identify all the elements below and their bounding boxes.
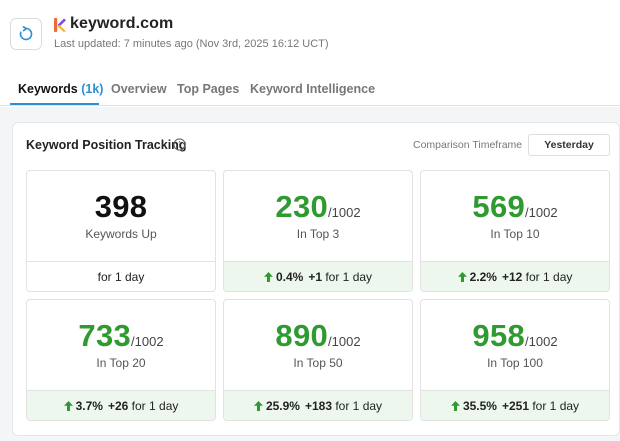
arrow-up-icon bbox=[253, 400, 263, 411]
card-value: 733/1002 bbox=[27, 318, 215, 354]
card-number: 733 bbox=[78, 318, 132, 353]
card-label: In Top 100 bbox=[487, 356, 543, 370]
card-change-delta: +12 bbox=[501, 269, 523, 284]
card-denominator: /1002 bbox=[131, 334, 164, 349]
card-period: for 1 day bbox=[131, 398, 179, 413]
card-period: for 1 day bbox=[325, 269, 373, 284]
tab-overview[interactable]: Overview bbox=[111, 82, 167, 96]
card-change-delta: +183 bbox=[304, 398, 332, 413]
tab-keywords-label: Keywords bbox=[18, 82, 78, 96]
card-denominator: /1002 bbox=[328, 334, 361, 349]
refresh-icon bbox=[19, 26, 33, 41]
card-denominator: /1002 bbox=[328, 205, 361, 220]
card-value: 958/1002 bbox=[421, 318, 609, 354]
card-footer: 35.5% +251 for 1 day bbox=[421, 390, 609, 420]
card-number: 230 bbox=[275, 189, 329, 224]
info-icon[interactable] bbox=[173, 138, 186, 151]
arrow-up-icon bbox=[457, 271, 467, 282]
arrow-up-icon bbox=[63, 400, 73, 411]
card-label: In Top 20 bbox=[96, 356, 146, 370]
card-main: 958/1002 In Top 100 bbox=[421, 300, 609, 391]
tab-keywords-count: (1k) bbox=[81, 82, 104, 96]
comparison-timeframe-value: Yesterday bbox=[544, 139, 594, 151]
card-footer: 3.7% +26 for 1 day bbox=[27, 390, 215, 420]
card-main: 733/1002 In Top 20 bbox=[27, 300, 215, 391]
card-period: for 1 day bbox=[97, 269, 145, 284]
metric-card-top-10: 569/1002 In Top 10 2.2% +12 for 1 day bbox=[420, 170, 610, 292]
card-period: for 1 day bbox=[335, 398, 383, 413]
refresh-button[interactable] bbox=[10, 18, 42, 50]
card-change-delta: +251 bbox=[501, 398, 529, 413]
card-main: 890/1002 In Top 50 bbox=[224, 300, 412, 391]
card-number: 958 bbox=[472, 318, 526, 353]
card-change-delta: +1 bbox=[308, 269, 322, 284]
card-change-percent: 25.9% bbox=[265, 398, 300, 413]
keyword-position-tracking-panel: Keyword Position Tracking Comparison Tim… bbox=[12, 122, 620, 436]
card-number: 569 bbox=[472, 189, 526, 224]
card-footer: 0.4% +1 for 1 day bbox=[224, 261, 412, 291]
site-name[interactable]: keyword.com bbox=[70, 15, 173, 33]
metric-card-top-50: 890/1002 In Top 50 25.9% +183 for 1 day bbox=[223, 299, 413, 421]
card-label: In Top 3 bbox=[296, 227, 340, 241]
card-change-percent: 0.4% bbox=[275, 269, 304, 284]
card-footer: 25.9% +183 for 1 day bbox=[224, 390, 412, 420]
metric-card-top-3: 230/1002 In Top 3 0.4% +1 for 1 day bbox=[223, 170, 413, 292]
card-value: 890/1002 bbox=[224, 318, 412, 354]
card-label: Keywords Up bbox=[85, 227, 157, 241]
card-main: 230/1002 In Top 3 bbox=[224, 171, 412, 262]
card-number: 890 bbox=[275, 318, 329, 353]
card-value: 398 bbox=[27, 189, 215, 225]
card-label: In Top 50 bbox=[293, 356, 343, 370]
card-change-delta: +26 bbox=[107, 398, 129, 413]
card-footer: 2.2% +12 for 1 day bbox=[421, 261, 609, 291]
tab-keywords[interactable]: Keywords (1k) bbox=[18, 82, 103, 96]
panel-title: Keyword Position Tracking bbox=[26, 138, 187, 152]
card-main: 398 Keywords Up bbox=[27, 171, 215, 262]
card-label: In Top 10 bbox=[490, 227, 540, 241]
comparison-timeframe-select[interactable]: Yesterday bbox=[528, 134, 610, 156]
card-value: 230/1002 bbox=[224, 189, 412, 225]
metric-card-top-20: 733/1002 In Top 20 3.7% +26 for 1 day bbox=[26, 299, 216, 421]
card-denominator: /1002 bbox=[525, 334, 558, 349]
metric-card-top-100: 958/1002 In Top 100 35.5% +251 for 1 day bbox=[420, 299, 610, 421]
active-tab-indicator bbox=[10, 103, 99, 105]
card-denominator: /1002 bbox=[525, 205, 558, 220]
card-period: for 1 day bbox=[532, 398, 580, 413]
card-value: 569/1002 bbox=[421, 189, 609, 225]
card-change-percent: 35.5% bbox=[462, 398, 497, 413]
metric-card-keywords-up: 398 Keywords Up for 1 day bbox=[26, 170, 216, 292]
tab-top-pages[interactable]: Top Pages bbox=[177, 82, 239, 96]
arrow-up-icon bbox=[450, 400, 460, 411]
card-footer: for 1 day bbox=[27, 261, 215, 291]
arrow-up-icon bbox=[263, 271, 273, 282]
card-number: 398 bbox=[94, 189, 148, 224]
page-header: keyword.com Last updated: 7 minutes ago … bbox=[0, 0, 620, 66]
card-change-percent: 2.2% bbox=[469, 269, 497, 284]
card-main: 569/1002 In Top 10 bbox=[421, 171, 609, 262]
last-updated-text: Last updated: 7 minutes ago (Nov 3rd, 20… bbox=[54, 38, 329, 50]
card-change-percent: 3.7% bbox=[75, 398, 103, 413]
comparison-timeframe-label: Comparison Timeframe bbox=[413, 139, 523, 151]
tab-keyword-intelligence[interactable]: Keyword Intelligence bbox=[250, 82, 375, 96]
keyword-logo-icon bbox=[54, 18, 66, 32]
tab-bar: Keywords (1k) Overview Top Pages Keyword… bbox=[0, 66, 620, 106]
card-period: for 1 day bbox=[525, 269, 573, 284]
